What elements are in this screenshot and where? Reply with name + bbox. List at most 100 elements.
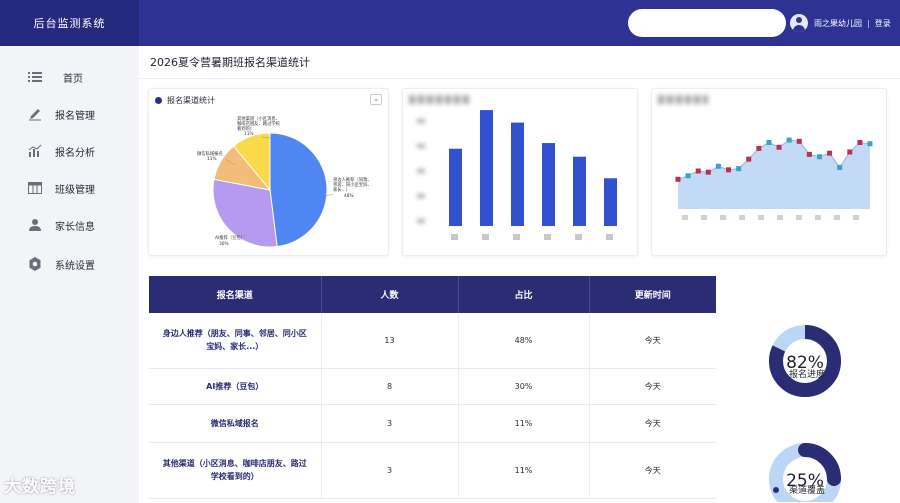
sidebar-item-registration[interactable]: 报名管理 (0, 99, 139, 129)
line-point[interactable] (695, 168, 701, 174)
line-tick-placeholder (796, 215, 802, 220)
pie-label-other-line2: 咖啡店朋友、路过学校 (237, 120, 281, 127)
app-title: 后台监测系统 (0, 0, 139, 46)
line-point[interactable] (857, 140, 863, 145)
bar-tick-placeholder (482, 234, 489, 240)
bar[interactable] (449, 148, 462, 226)
top-bar: 后台监测系统 雨之果幼儿园 | 登录 (0, 0, 900, 46)
title-divider (139, 78, 900, 79)
line-point[interactable] (867, 141, 873, 147)
line-chart (675, 137, 873, 220)
gear-icon (28, 257, 42, 271)
sidebar-item-label: 报名分析 (55, 147, 95, 159)
cell-updated: 今天 (589, 313, 716, 369)
cell-share: 48% (458, 313, 590, 369)
line-point[interactable] (796, 138, 802, 144)
sidebar-item-settings[interactable]: 系统设置 (0, 249, 139, 279)
line-point[interactable] (736, 166, 742, 172)
pencil-icon (28, 107, 42, 121)
cell-updated: 今天 (589, 368, 716, 405)
bar-axis-placeholder (417, 119, 425, 223)
bar[interactable] (511, 122, 524, 226)
line-tick-placeholder (701, 215, 707, 220)
table-header-row: 报名渠道 人数 占比 更新时间 (149, 276, 716, 313)
cell-count: 13 (321, 313, 459, 369)
table-row[interactable]: 身边人推荐（朋友、同事、邻居、同小区 宝妈、家长...） 13 48% 今天 (149, 313, 716, 369)
bar[interactable] (573, 156, 586, 226)
cell-channel: 身边人推荐（朋友、同事、邻居、同小区 宝妈、家长...） (149, 313, 322, 369)
line-point[interactable] (776, 144, 782, 150)
pie-label-ai-pct: 30% (219, 241, 229, 247)
line-point[interactable] (756, 145, 762, 151)
cell-count: 8 (321, 368, 459, 405)
ring-gauges: 82% 25% (769, 325, 841, 502)
user-separator: | (867, 18, 870, 28)
bar[interactable] (542, 143, 555, 226)
line-point[interactable] (705, 169, 711, 175)
column-header-channel[interactable]: 报名渠道 (149, 276, 322, 313)
pie-label-other-line3: 看到的） (237, 125, 254, 132)
pie-label-other-pct: 11% (244, 131, 254, 137)
column-header-updated[interactable]: 更新时间 (589, 276, 716, 313)
login-link[interactable]: 登录 (875, 18, 891, 29)
pie-label-wechat-pct: 11% (207, 156, 217, 162)
line-point[interactable] (726, 167, 732, 173)
table-row[interactable]: 其他渠道（小区消息、咖啡店朋友、路过 学校看到的） 3 11% 今天 (149, 442, 716, 499)
cell-channel-line1: 身边人推荐（朋友、同事、邻居、同小区 (162, 329, 307, 339)
ring-legend-progress-label: 报名进度 (789, 370, 826, 380)
bar[interactable] (480, 110, 493, 226)
pie-slice-referral[interactable] (269, 132, 328, 248)
line-tick-placeholder (758, 215, 764, 220)
line-tick-placeholder (853, 215, 859, 220)
table-row[interactable]: AI推荐（豆包） 8 30% 今天 (149, 368, 716, 405)
pie-label-referral-line1: 身边人推荐（同款、 (333, 176, 372, 183)
column-header-count[interactable]: 人数 (321, 276, 459, 313)
column-header-share[interactable]: 占比 (458, 276, 590, 313)
list-icon (28, 70, 42, 84)
cell-share: 11% (458, 404, 590, 443)
pie-label-referral-pct: 48% (344, 193, 354, 199)
pie-label-ai: AI推荐（豆包） (215, 234, 245, 241)
table-row[interactable]: 微信私域报名 3 11% 今天 (149, 404, 716, 443)
person-icon (28, 218, 42, 232)
line-point[interactable] (827, 150, 833, 156)
ring-legend-coverage-label: 渠道覆盖 (789, 486, 826, 496)
line-point[interactable] (746, 156, 752, 162)
cell-updated: 今天 (589, 404, 716, 443)
main-content: 2026夏令营暑期班报名渠道统计 报名渠道统计 ⌄ 身边人推荐（同款、 邻居、同… (139, 46, 900, 503)
user-name[interactable]: 雨之果幼儿园 (814, 18, 862, 29)
bar-tick-placeholder (544, 234, 551, 240)
cell-share: 11% (458, 442, 590, 499)
sidebar-item-classes[interactable]: 班级管理 (0, 173, 139, 203)
line-point[interactable] (685, 173, 691, 179)
app-root: 后台监测系统 雨之果幼儿园 | 登录 首页 报名管理 报名分析 班级管理 家长信… (0, 0, 900, 503)
bar-chart-card (402, 88, 638, 256)
line-tick-placeholder (682, 215, 688, 220)
line-point[interactable] (837, 164, 843, 170)
cell-channel-line1: 其他渠道（小区消息、咖啡店朋友、路过 (162, 459, 307, 468)
channel-table: 报名渠道 人数 占比 更新时间 身边人推荐（朋友、同事、邻居、同小区 宝妈、家长.… (149, 276, 716, 499)
bar-chart-icon (28, 144, 42, 158)
search-input[interactable] (628, 9, 786, 37)
cell-count: 3 (321, 404, 459, 443)
sidebar-item-label: 家长信息 (55, 221, 95, 233)
line-tick-placeholder (720, 215, 726, 220)
line-point[interactable] (806, 151, 812, 157)
sidebar-item-analysis[interactable]: 报名分析 (0, 136, 139, 166)
bar[interactable] (604, 178, 617, 226)
sidebar-item-parents[interactable]: 家长信息 (0, 210, 139, 240)
pie-label-referral-line2: 邻居、同小区宝妈、 (333, 181, 372, 188)
line-point[interactable] (766, 140, 772, 145)
line-point[interactable] (715, 163, 721, 169)
line-tick-placeholder (777, 215, 783, 220)
sidebar-item-home[interactable]: 首页 (0, 62, 139, 92)
cell-channel: AI推荐（豆包） (149, 368, 322, 405)
line-point[interactable] (816, 154, 822, 160)
cell-channel: 其他渠道（小区消息、咖啡店朋友、路过 学校看到的） (149, 442, 322, 499)
line-point[interactable] (847, 149, 853, 155)
pie-label-wechat: 微信私域报名 (197, 150, 223, 157)
avatar-icon[interactable] (790, 14, 808, 32)
bar-tick-placeholder (575, 234, 582, 240)
line-point[interactable] (675, 176, 681, 182)
line-point[interactable] (786, 137, 792, 143)
